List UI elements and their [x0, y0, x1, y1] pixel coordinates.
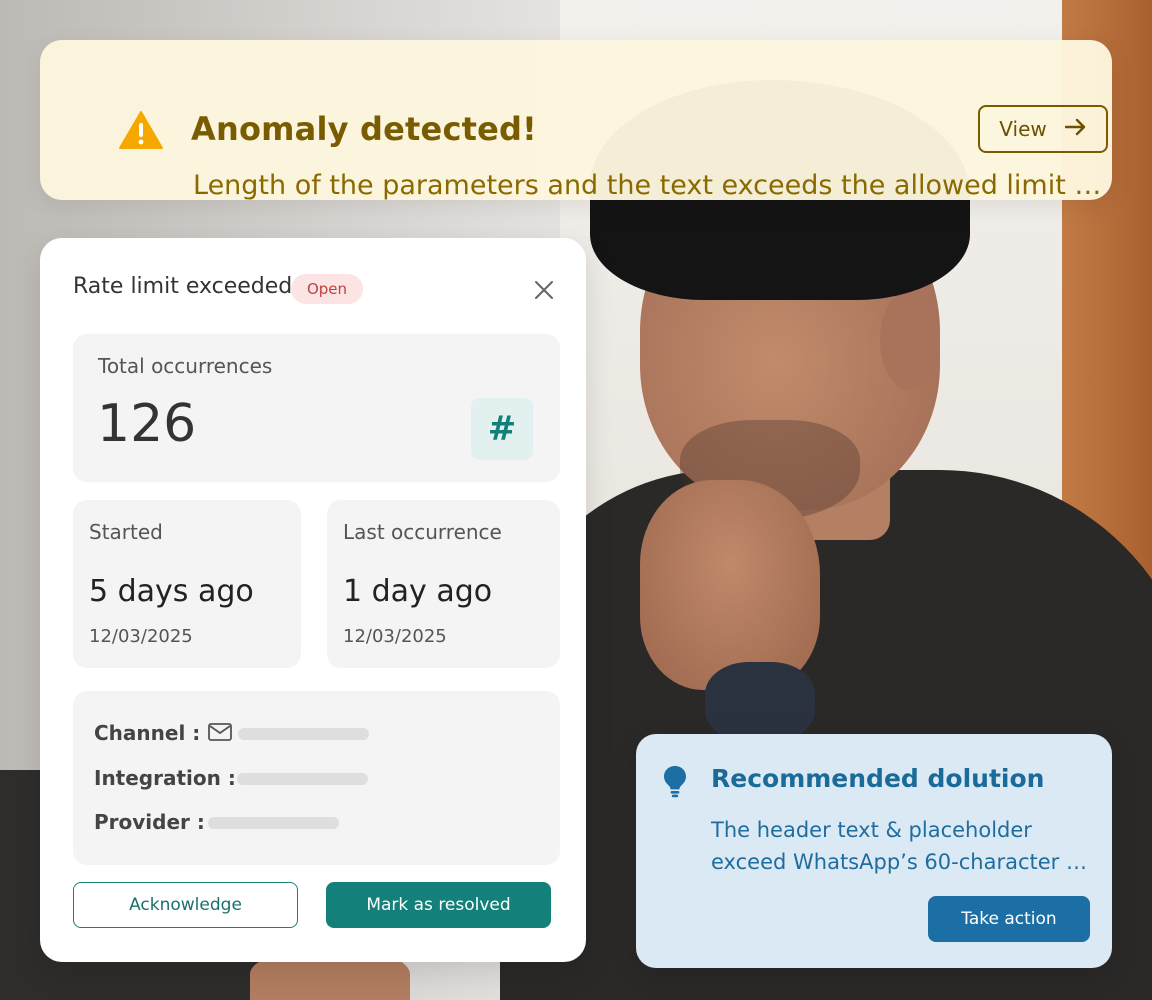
mail-icon — [208, 723, 232, 745]
started-value: 5 days ago — [89, 574, 254, 609]
close-icon[interactable] — [532, 278, 556, 302]
take-action-button[interactable]: Take action — [928, 896, 1090, 942]
channel-label: Channel : — [94, 721, 201, 745]
channel-row: Channel : — [94, 718, 200, 748]
warning-triangle-icon — [118, 110, 164, 154]
view-button[interactable]: View — [978, 105, 1108, 153]
provider-row: Provider : — [94, 807, 205, 837]
integration-row: Integration : — [94, 763, 236, 793]
started-label: Started — [89, 520, 163, 544]
integration-value-placeholder — [237, 773, 368, 785]
person-ear — [880, 290, 940, 390]
arrow-right-icon — [1064, 117, 1087, 141]
recommendation-text-line-2: exceed WhatsApp’s 60-character li... — [711, 850, 1091, 874]
last-occurrence-date: 12/03/2025 — [343, 626, 447, 647]
status-badge: Open — [291, 274, 363, 304]
integration-label: Integration : — [94, 766, 236, 790]
last-occurrence-tile: Last occurrence 1 day ago 12/03/2025 — [327, 500, 560, 668]
provider-value-placeholder — [208, 817, 339, 829]
anomaly-banner: Anomaly detected! Length of the paramete… — [40, 40, 1113, 201]
started-date: 12/03/2025 — [89, 626, 193, 647]
provider-label: Provider : — [94, 810, 205, 834]
person-fist — [640, 480, 820, 690]
last-occurrence-label: Last occurrence — [343, 520, 502, 544]
acknowledge-button[interactable]: Acknowledge — [73, 882, 298, 928]
details-tile: Channel : Integration : Provider : — [73, 691, 560, 865]
recommendation-text-line-1: The header text & placeholder — [711, 818, 1032, 842]
mark-as-resolved-button[interactable]: Mark as resolved — [326, 882, 551, 928]
person-watch — [705, 662, 815, 742]
recommendation-title: Recommended dolution — [711, 764, 1045, 793]
recommendation-card: Recommended dolution The header text & p… — [636, 734, 1112, 968]
recommendation-text: The header text & placeholder exceed Wha… — [711, 814, 1091, 878]
incident-card: Rate limit exceeded Open Total occurrenc… — [40, 238, 586, 962]
total-occurrences-label: Total occurrences — [98, 354, 273, 378]
banner-message: Length of the parameters and the text ex… — [193, 170, 1113, 201]
incident-title: Rate limit exceeded — [73, 274, 293, 299]
total-occurrences-value: 126 — [97, 394, 197, 454]
banner-title: Anomaly detected! — [191, 110, 537, 148]
last-occurrence-value: 1 day ago — [343, 574, 493, 609]
view-button-label: View — [999, 117, 1047, 141]
hash-icon: # — [471, 398, 533, 460]
total-occurrences-tile: Total occurrences 126 # — [73, 334, 560, 482]
lightbulb-icon — [662, 764, 688, 802]
started-tile: Started 5 days ago 12/03/2025 — [73, 500, 301, 668]
channel-value-placeholder — [238, 728, 369, 740]
